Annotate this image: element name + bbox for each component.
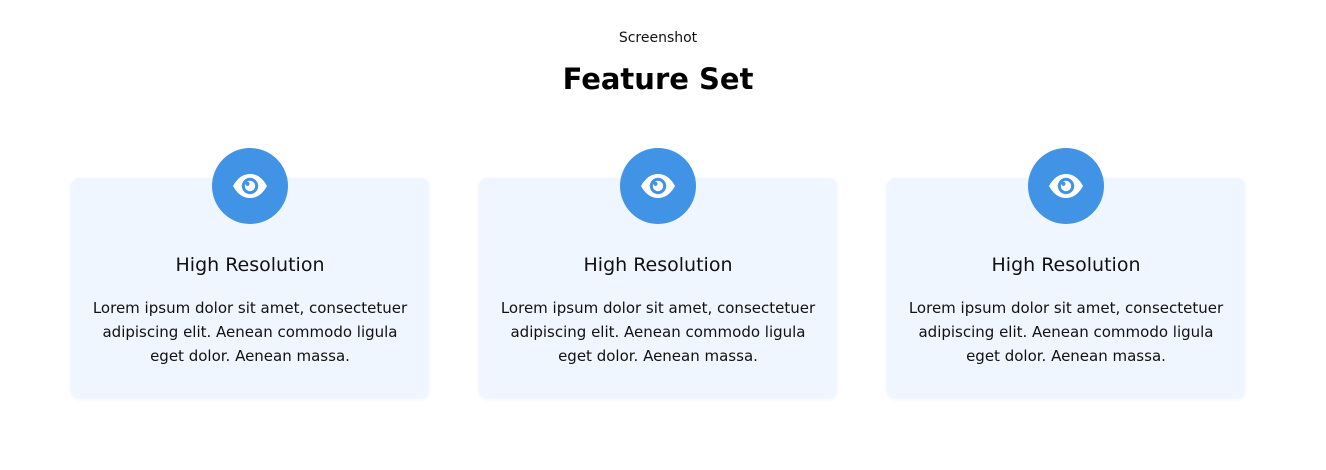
feature-title: High Resolution — [583, 254, 733, 276]
feature-description: Lorem ipsum dolor sit amet, consectetuer… — [500, 299, 816, 365]
eye-icon — [233, 174, 267, 198]
feature-icon-badge — [620, 148, 696, 224]
feature-card: High Resolution Lorem ipsum dolor sit am… — [479, 148, 837, 398]
feature-title: High Resolution — [175, 254, 325, 276]
eye-icon — [641, 174, 675, 198]
feature-card: High Resolution Lorem ipsum dolor sit am… — [887, 148, 1245, 398]
feature-description: Lorem ipsum dolor sit amet, consectetuer… — [92, 299, 408, 365]
section-title: Feature Set — [562, 62, 754, 96]
eye-icon — [1049, 174, 1083, 198]
feature-icon-badge — [212, 148, 288, 224]
feature-icon-badge — [1028, 148, 1104, 224]
feature-card: High Resolution Lorem ipsum dolor sit am… — [71, 148, 429, 398]
feature-section: Screenshot Feature Set High Resolution L… — [0, 0, 1326, 470]
section-eyebrow: Screenshot — [618, 30, 698, 46]
feature-description: Lorem ipsum dolor sit amet, consectetuer… — [908, 299, 1224, 365]
feature-title: High Resolution — [991, 254, 1141, 276]
